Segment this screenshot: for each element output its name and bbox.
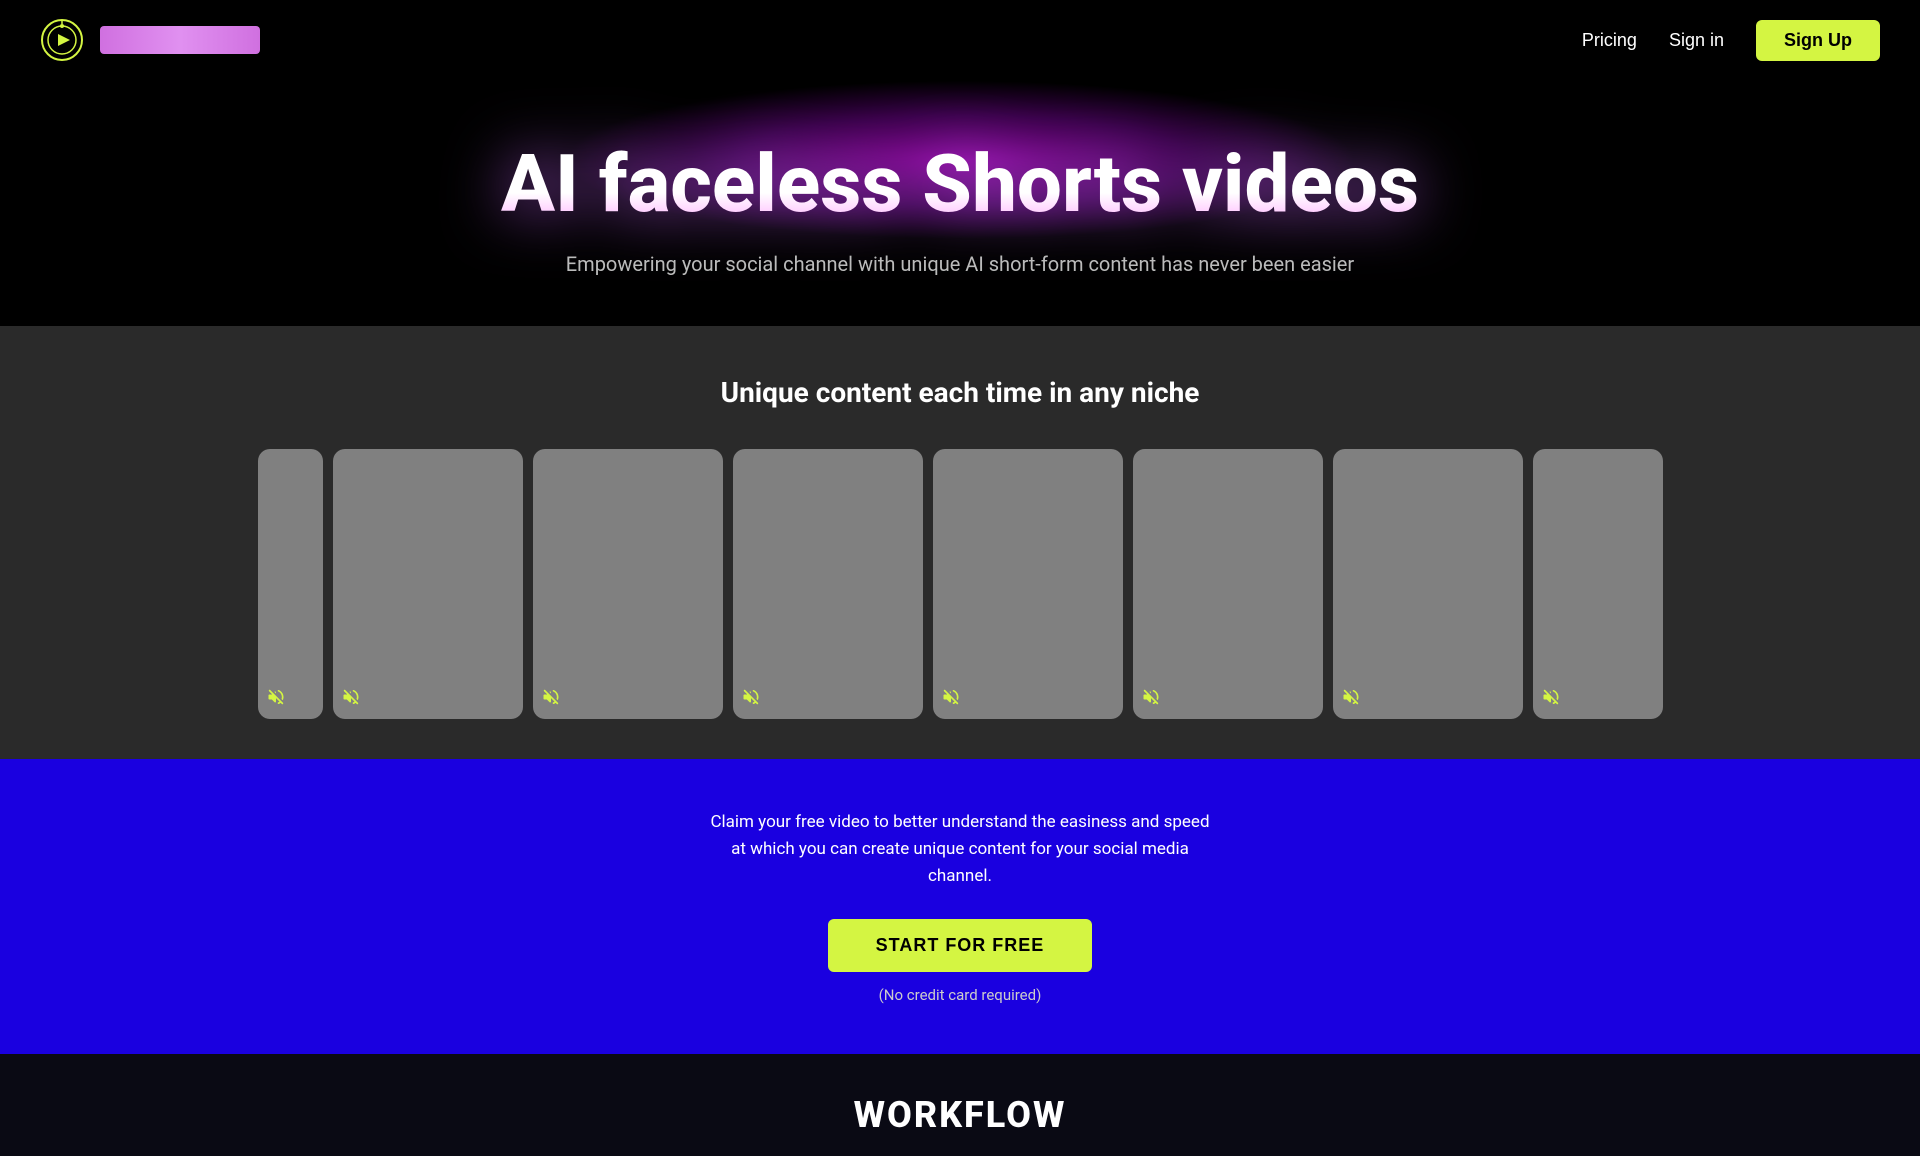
start-free-button[interactable]: START FOR FREE [828, 919, 1093, 972]
hero-subtitle: Empowering your social channel with uniq… [20, 252, 1900, 276]
cta-section: Claim your free video to better understa… [0, 759, 1920, 1054]
navbar-left [40, 18, 260, 62]
mute-icon-8[interactable] [1541, 687, 1561, 711]
mute-icon-1[interactable] [266, 687, 286, 711]
signin-link[interactable]: Sign in [1669, 30, 1724, 51]
signup-button[interactable]: Sign Up [1756, 20, 1880, 61]
hero-title: AI faceless Shorts videos [20, 140, 1900, 228]
workflow-section: WORKFLOW [0, 1054, 1920, 1156]
workflow-title: WORKFLOW [20, 1094, 1900, 1136]
mute-icon-3[interactable] [541, 687, 561, 711]
video-section: Unique content each time in any niche [0, 326, 1920, 759]
video-grid [20, 449, 1900, 719]
video-card-1 [258, 449, 323, 719]
navbar-right: Pricing Sign in Sign Up [1582, 20, 1880, 61]
video-card-2 [333, 449, 523, 719]
mute-icon-2[interactable] [341, 687, 361, 711]
video-section-title: Unique content each time in any niche [20, 376, 1900, 409]
mute-icon-6[interactable] [1141, 687, 1161, 711]
video-card-3 [533, 449, 723, 719]
video-card-4 [733, 449, 923, 719]
mute-icon-4[interactable] [741, 687, 761, 711]
cta-description: Claim your free video to better understa… [710, 809, 1210, 891]
hero-section: AI faceless Shorts videos Empowering you… [0, 80, 1920, 326]
video-card-6 [1133, 449, 1323, 719]
logo-text [100, 26, 260, 54]
logo-icon [40, 18, 84, 62]
navbar: Pricing Sign in Sign Up [0, 0, 1920, 80]
mute-icon-5[interactable] [941, 687, 961, 711]
cta-note: (No credit card required) [20, 986, 1900, 1004]
mute-icon-7[interactable] [1341, 687, 1361, 711]
pricing-link[interactable]: Pricing [1582, 30, 1637, 51]
video-card-7 [1333, 449, 1523, 719]
video-card-8 [1533, 449, 1663, 719]
video-card-5 [933, 449, 1123, 719]
